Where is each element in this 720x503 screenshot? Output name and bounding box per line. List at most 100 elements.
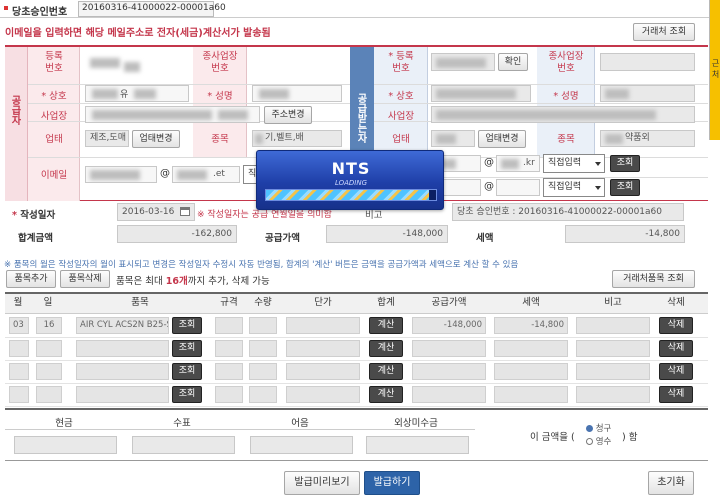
- row-unit-price-field[interactable]: [286, 386, 360, 403]
- remark-field[interactable]: 당초 승인번호 : 20160316-41000022-00001a60: [452, 203, 684, 221]
- receiver-ceo-field[interactable]: [600, 85, 695, 102]
- row-unit-price-field[interactable]: [286, 363, 360, 380]
- row-calc-button[interactable]: 계산: [369, 340, 403, 357]
- receiver-branch-field[interactable]: [600, 53, 695, 71]
- row-remark-field[interactable]: [576, 317, 650, 334]
- supplier-business-change-button[interactable]: 업태변경: [132, 130, 180, 148]
- row-tax-field[interactable]: -14,800: [494, 317, 568, 334]
- payment-check-field[interactable]: [132, 436, 235, 454]
- row-calc-button[interactable]: 계산: [369, 317, 403, 334]
- row-item-lookup-button[interactable]: 조회: [172, 317, 202, 334]
- receiver-email1-domain-field[interactable]: .kr: [496, 155, 540, 172]
- row-supply-field[interactable]: [412, 363, 486, 380]
- row-delete-button[interactable]: 삭제: [659, 363, 693, 380]
- row-qty-field[interactable]: [249, 386, 277, 403]
- row-remark-field[interactable]: [576, 340, 650, 357]
- receiver-name-field[interactable]: [431, 85, 531, 102]
- row-calc-button[interactable]: 계산: [369, 363, 403, 380]
- row-month-field[interactable]: [9, 340, 29, 357]
- row-item-lookup-button[interactable]: 조회: [172, 386, 202, 403]
- receiver-email1-lookup-button[interactable]: 조회: [610, 155, 640, 172]
- row-remark-field[interactable]: [576, 386, 650, 403]
- address-change-button[interactable]: 주소변경: [264, 106, 312, 124]
- receiver-email2-lookup-button[interactable]: 조회: [610, 179, 640, 196]
- row-spec-field[interactable]: [215, 363, 243, 380]
- receipt-radio-icon[interactable]: [586, 438, 593, 445]
- side-panel[interactable]: 근처: [709, 0, 720, 140]
- receiver-item-label: 종목: [557, 134, 575, 145]
- supplier-item-field[interactable]: 기,벨트,배: [252, 130, 342, 147]
- row-qty-field[interactable]: [249, 340, 277, 357]
- receiver-ceo-label: * 성명: [553, 91, 579, 102]
- payment-credit-field[interactable]: [366, 436, 469, 454]
- th-item: 품목: [131, 297, 149, 308]
- row-month-field[interactable]: [9, 386, 29, 403]
- row-spec-field[interactable]: [215, 317, 243, 334]
- payment-credit-label: 외상미수금: [394, 418, 438, 429]
- calendar-icon[interactable]: [180, 207, 190, 216]
- row-delete-button[interactable]: 삭제: [659, 317, 693, 334]
- receipt-radio[interactable]: 영수: [586, 435, 611, 447]
- receiver-confirm-button[interactable]: 확인: [498, 53, 528, 71]
- payment-cash-field[interactable]: [14, 436, 117, 454]
- item-lookup-button[interactable]: 거래처품목 조회: [612, 270, 695, 288]
- supplier-section-label: 공급자: [9, 95, 20, 125]
- row-month-field[interactable]: [9, 363, 29, 380]
- row-month-field[interactable]: 03: [9, 317, 29, 334]
- row-delete-button[interactable]: 삭제: [659, 386, 693, 403]
- supplier-name-field[interactable]: 유: [85, 85, 189, 102]
- row-day-field[interactable]: [36, 386, 62, 403]
- row-tax-field[interactable]: [494, 386, 568, 403]
- supplier-branch-value: [250, 52, 344, 78]
- row-tax-field[interactable]: [494, 340, 568, 357]
- row-tax-field[interactable]: [494, 363, 568, 380]
- row-calc-button[interactable]: 계산: [369, 386, 403, 403]
- receiver-business-field[interactable]: [431, 130, 475, 147]
- row-supply-field[interactable]: [412, 340, 486, 357]
- supplier-ceo-field[interactable]: [252, 85, 342, 102]
- receiver-address-field[interactable]: [431, 106, 695, 123]
- receiver-reg-no-field[interactable]: [431, 53, 495, 71]
- supplier-email-id-field[interactable]: [85, 166, 157, 183]
- supplier-business-field[interactable]: 제조,도매: [85, 130, 129, 147]
- row-item-field[interactable]: [76, 386, 169, 403]
- supplier-name-label: * 상호: [41, 91, 67, 102]
- row-unit-price-field[interactable]: [286, 340, 360, 357]
- receiver-email2-domain-field[interactable]: [496, 179, 540, 196]
- row-item-field[interactable]: [76, 363, 169, 380]
- receiver-item-field[interactable]: 약품외: [600, 130, 695, 147]
- row-unit-price-field[interactable]: [286, 317, 360, 334]
- row-item-lookup-button[interactable]: 조회: [172, 340, 202, 357]
- claim-radio[interactable]: 청구: [586, 422, 611, 434]
- issue-button[interactable]: 발급하기: [364, 471, 420, 495]
- issue-preview-button[interactable]: 발급미리보기: [284, 471, 360, 495]
- payment-note-field[interactable]: [250, 436, 353, 454]
- supplier-address-field[interactable]: [85, 106, 260, 123]
- reset-button[interactable]: 초기화: [648, 471, 694, 495]
- approval-tab-label: 당초승인번호: [12, 7, 68, 18]
- row-remark-field[interactable]: [576, 363, 650, 380]
- row-item-lookup-button[interactable]: 조회: [172, 363, 202, 380]
- row-spec-field[interactable]: [215, 386, 243, 403]
- supplier-email-domain-field[interactable]: .et: [172, 166, 240, 183]
- row-spec-field[interactable]: [215, 340, 243, 357]
- add-item-button[interactable]: 품목추가: [6, 270, 56, 288]
- row-day-field[interactable]: [36, 363, 62, 380]
- row-qty-field[interactable]: [249, 363, 277, 380]
- receiver-business-change-button[interactable]: 업태변경: [478, 130, 526, 148]
- th-delete: 삭제: [667, 297, 685, 308]
- claim-radio-icon[interactable]: [586, 425, 593, 432]
- row-qty-field[interactable]: [249, 317, 277, 334]
- row-supply-field[interactable]: -148,000: [412, 317, 486, 334]
- receiver-email1-select[interactable]: 직접입력: [543, 154, 605, 173]
- row-day-field[interactable]: [36, 340, 62, 357]
- row-day-field[interactable]: 16: [36, 317, 62, 334]
- row-item-field[interactable]: AIR CYL ACS2N B25-S: [76, 317, 169, 334]
- row-item-field[interactable]: [76, 340, 169, 357]
- row-delete-button[interactable]: 삭제: [659, 340, 693, 357]
- receiver-email2-select[interactable]: 직접입력: [543, 178, 605, 197]
- lookup-customer-button[interactable]: 거래처 조회: [633, 23, 695, 41]
- row-supply-field[interactable]: [412, 386, 486, 403]
- receiver-email1-at: @: [484, 157, 494, 168]
- delete-item-button[interactable]: 품목삭제: [60, 270, 110, 288]
